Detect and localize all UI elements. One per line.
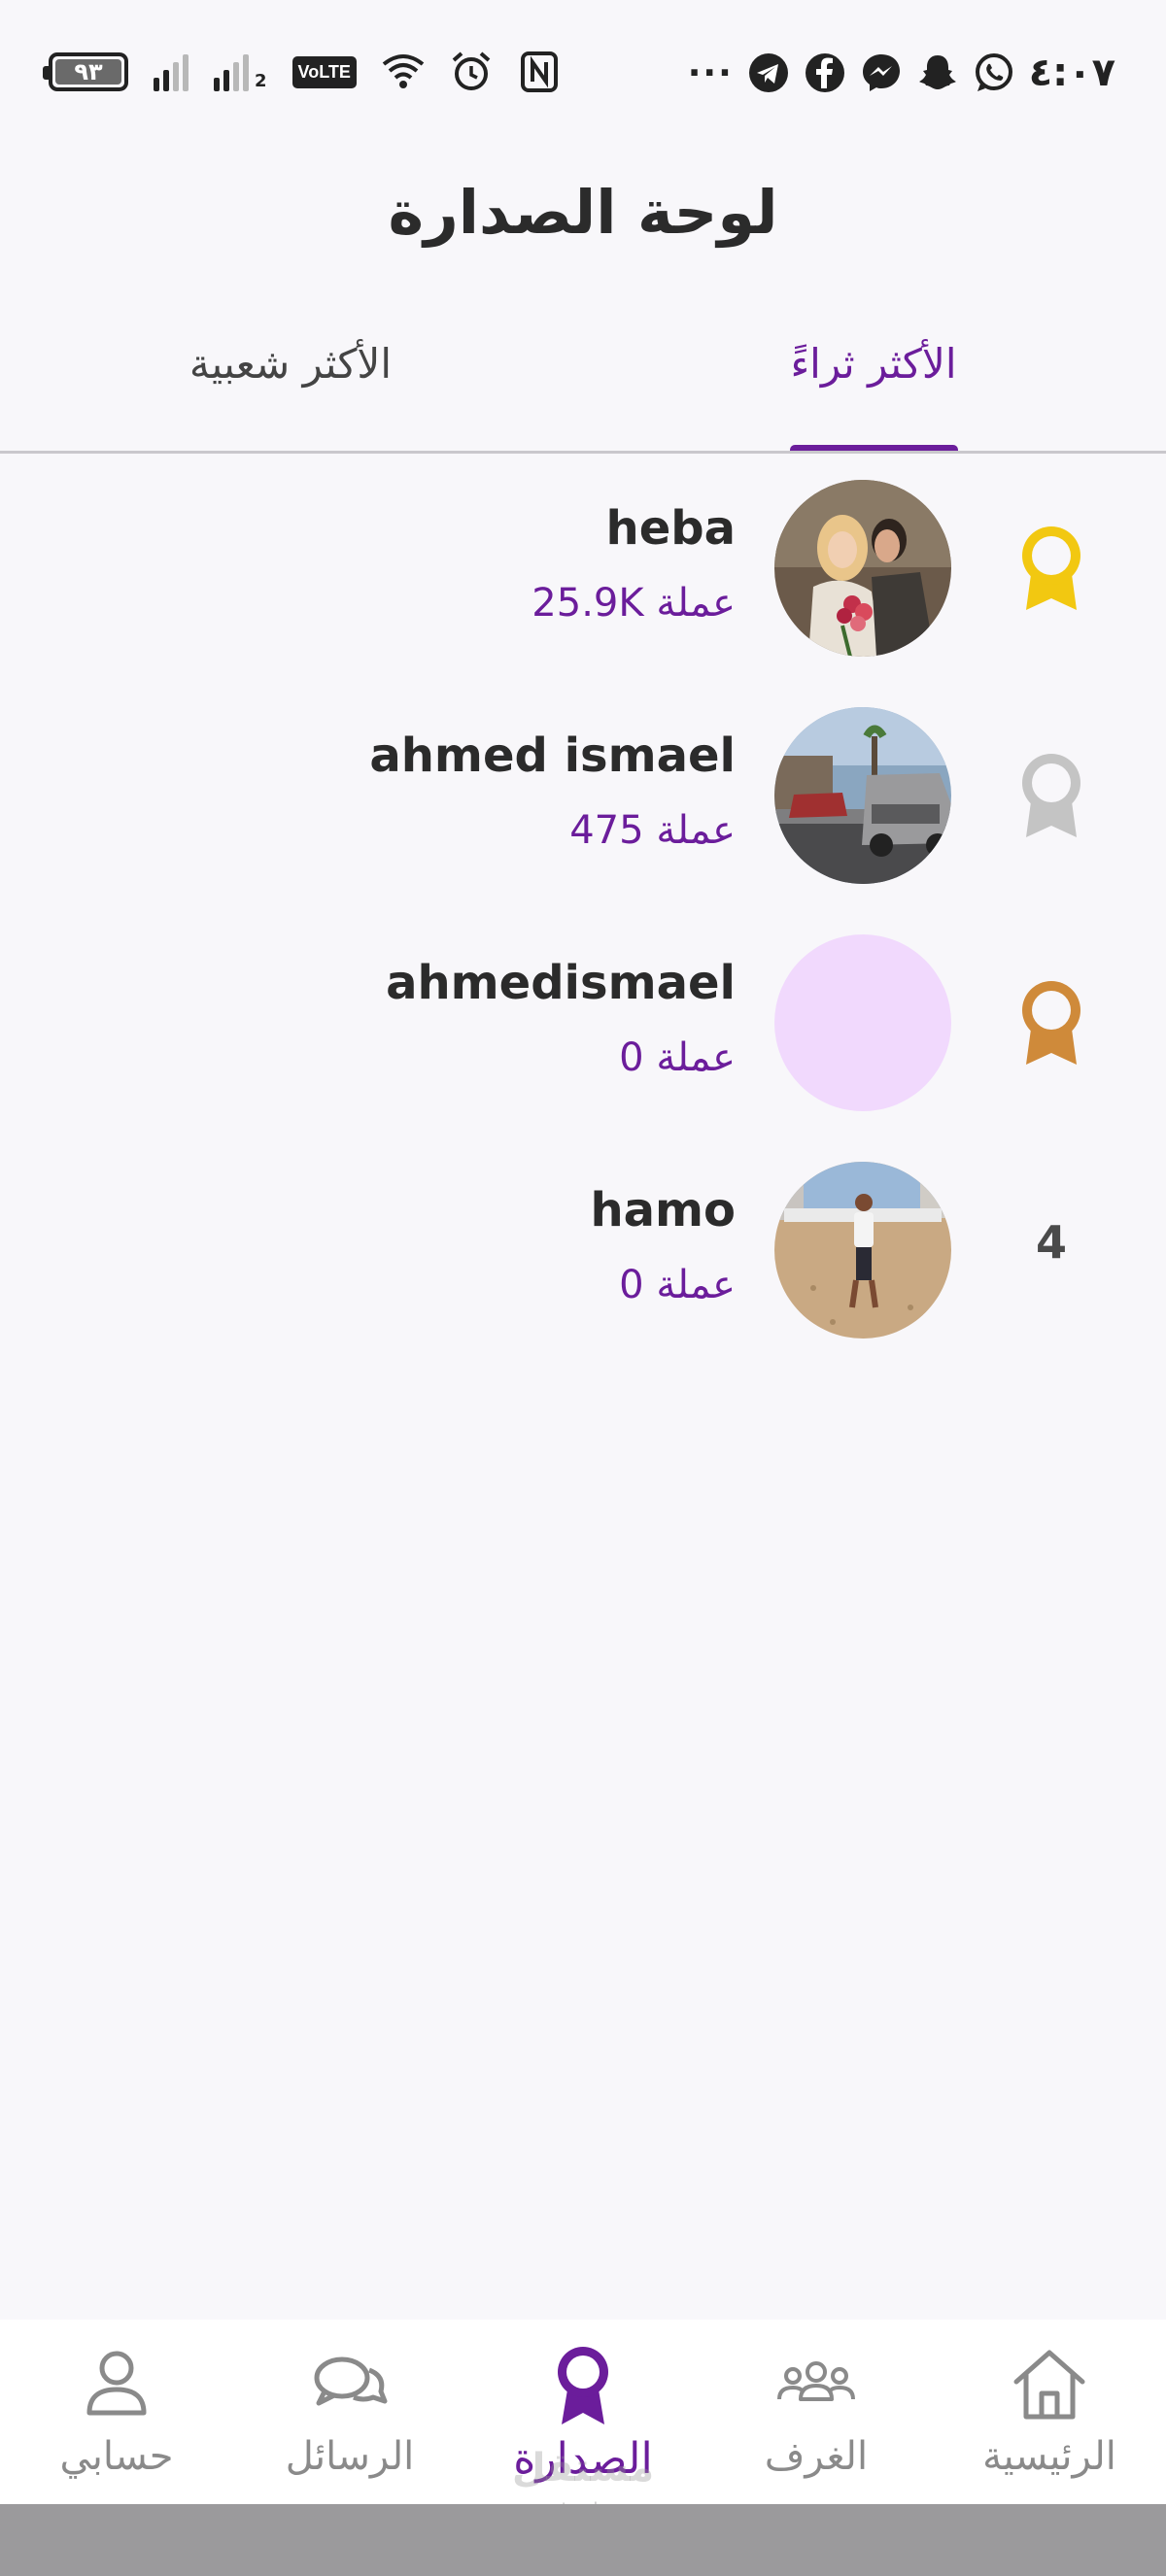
currency-label: عملة: [656, 1263, 736, 1307]
more-notifications-icon: ···: [687, 52, 734, 93]
nfc-icon: [520, 51, 558, 92]
facebook-icon: [805, 53, 844, 92]
user-name: hamo: [590, 1183, 736, 1237]
leaderboard-row[interactable]: ahmed ismael عملة 475: [0, 703, 1166, 888]
leaderboard-row[interactable]: 4 hamo عملة 0: [0, 1158, 1166, 1342]
messenger-icon: [862, 54, 900, 91]
user-name: ahmedismael: [386, 956, 736, 1010]
tab-divider: [0, 451, 1166, 454]
chat-icon: [314, 2356, 388, 2406]
silver-medal-icon: [1022, 754, 1080, 837]
avatar-placeholder[interactable]: [774, 934, 951, 1111]
avatar-image: [774, 480, 951, 657]
user-name: heba: [605, 501, 736, 556]
status-left: ٩٣ 2 VoLTE: [43, 51, 561, 93]
leaderboard-screen: ٩٣ 2 VoLTE ··· ٤:٠٧ لوحة الصدارة الأكثر …: [0, 0, 1166, 2576]
page-title: لوحة الصدارة: [388, 177, 778, 248]
system-nav-bar: [0, 2504, 1166, 2576]
signal-sim2-icon: 2: [214, 52, 267, 91]
volte-badge: VoLTE: [292, 55, 357, 88]
currency-label: عملة: [656, 1035, 736, 1080]
currency-label: عملة: [656, 581, 736, 626]
rank-number: 4: [1035, 1216, 1067, 1269]
user-coins: عملة 0: [619, 1263, 736, 1307]
medal-icon: [558, 2347, 608, 2424]
signal-icon: [154, 52, 189, 91]
battery-level: ٩٣: [74, 58, 103, 85]
group-icon: [777, 2361, 855, 2401]
user-coins: عملة 475: [569, 808, 736, 853]
alarm-icon: [452, 51, 491, 90]
tab-richest[interactable]: الأكثر ثراءً: [789, 340, 958, 388]
gold-medal-icon: [1022, 526, 1080, 610]
user-coins: عملة 0: [619, 1035, 736, 1080]
coin-amount: 25.9K: [532, 581, 644, 626]
bronze-medal-icon: [1022, 981, 1080, 1065]
telegram-icon: [748, 53, 788, 92]
wifi-icon: [382, 54, 425, 88]
coin-amount: 475: [569, 808, 644, 853]
snapchat-icon: [918, 55, 956, 89]
currency-label: عملة: [656, 808, 736, 853]
avatar[interactable]: [774, 1162, 951, 1339]
sim-label: 2: [255, 71, 267, 91]
user-icon: [86, 2351, 147, 2416]
clock: ٤:٠٧: [1028, 51, 1115, 95]
avatar-image: [774, 707, 951, 884]
leaderboard-row[interactable]: ahmedismael عملة 0: [0, 931, 1166, 1115]
status-bar: ٩٣ 2 VoLTE ··· ٤:٠٧: [0, 0, 1166, 146]
leaderboard-row[interactable]: heba عملة 25.9K: [0, 476, 1166, 661]
home-icon: [1013, 2350, 1085, 2420]
coin-amount: 0: [619, 1035, 644, 1080]
whatsapp-icon: [975, 53, 1012, 91]
user-name: ahmed ismael: [369, 729, 736, 783]
watermark: مستقل: [511, 2446, 655, 2491]
coin-amount: 0: [619, 1263, 644, 1307]
avatar[interactable]: [774, 707, 951, 884]
status-right: ··· ٤:٠٧: [688, 51, 1115, 95]
avatar-image: [774, 1162, 951, 1339]
tab-most-popular[interactable]: الأكثر شعبية: [179, 340, 402, 388]
battery-icon: ٩٣: [43, 52, 128, 91]
user-coins: عملة 25.9K: [532, 581, 736, 626]
avatar[interactable]: [774, 480, 951, 657]
tab-bar: الأكثر ثراءً الأكثر شعبية: [0, 321, 1166, 454]
